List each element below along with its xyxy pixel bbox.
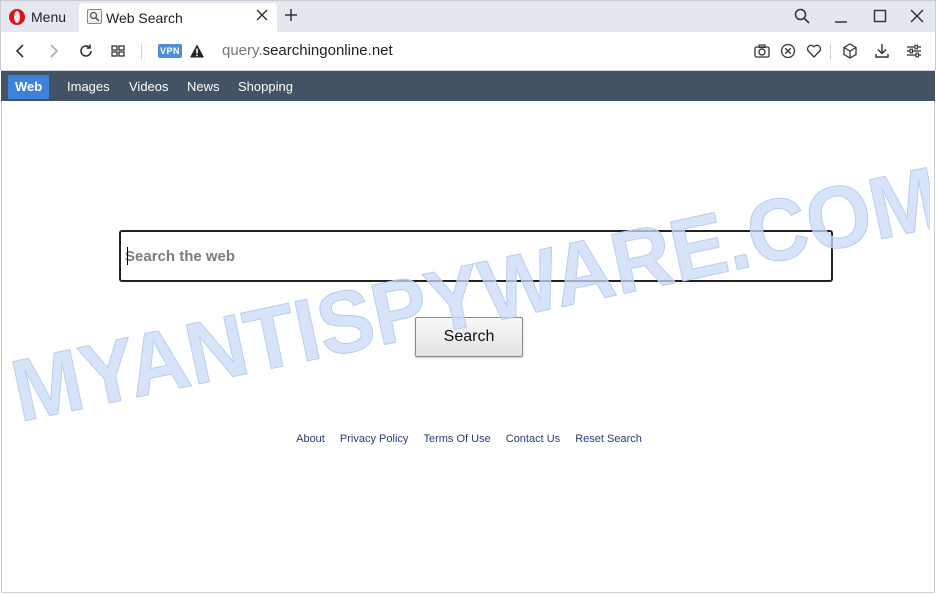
close-icon[interactable] <box>255 8 269 22</box>
page-content: Search About Privacy Policy Terms Of Use… <box>1 101 935 593</box>
tab-strip: Menu Web Search <box>0 0 936 33</box>
nav-news[interactable]: News <box>180 75 227 99</box>
adblock-icon[interactable] <box>779 42 797 60</box>
close-window-icon[interactable] <box>909 8 925 24</box>
heart-icon[interactable] <box>805 42 823 60</box>
minimize-icon[interactable] <box>833 8 849 24</box>
footer-link-contact[interactable]: Contact Us <box>506 433 560 445</box>
settings-sliders-icon[interactable] <box>905 42 923 60</box>
url-field[interactable]: query.searchingonline.net <box>222 42 393 59</box>
address-divider <box>141 44 142 60</box>
reload-icon[interactable] <box>77 42 95 60</box>
address-bar: VPN query.searchingonline.net <box>0 32 936 71</box>
back-icon[interactable] <box>12 42 30 60</box>
vpn-badge[interactable]: VPN <box>158 44 182 58</box>
warning-icon[interactable] <box>189 43 205 59</box>
search-input[interactable] <box>125 232 825 280</box>
forward-icon[interactable] <box>44 42 62 60</box>
maximize-icon[interactable] <box>872 8 888 24</box>
nav-images[interactable]: Images <box>60 75 117 99</box>
footer-link-reset[interactable]: Reset Search <box>575 433 642 445</box>
plus-icon[interactable] <box>283 7 299 23</box>
toolbar-divider <box>830 44 831 60</box>
search-favicon-icon <box>87 9 102 24</box>
nav-web[interactable]: Web <box>8 75 50 99</box>
url-subdomain: query. <box>222 42 263 59</box>
tab-title: Web Search <box>106 10 183 26</box>
snapshot-icon[interactable] <box>753 42 771 60</box>
url-domain: searchingonline.net <box>262 42 393 59</box>
search-box[interactable] <box>119 230 833 282</box>
footer-links: About Privacy Policy Terms Of Use Contac… <box>2 433 936 445</box>
speed-dial-icon[interactable] <box>109 42 127 60</box>
tab-web-search[interactable]: Web Search <box>79 3 277 33</box>
footer-link-privacy[interactable]: Privacy Policy <box>340 433 408 445</box>
nav-shopping[interactable]: Shopping <box>231 75 300 99</box>
cube-icon[interactable] <box>841 42 859 60</box>
footer-link-terms[interactable]: Terms Of Use <box>423 433 490 445</box>
search-icon[interactable] <box>794 8 810 24</box>
footer-link-about[interactable]: About <box>296 433 325 445</box>
download-icon[interactable] <box>873 42 891 60</box>
opera-logo-icon <box>9 9 25 25</box>
opera-menu-button[interactable]: Menu <box>9 7 66 27</box>
text-caret <box>127 247 128 265</box>
menu-label: Menu <box>31 9 67 25</box>
search-button[interactable]: Search <box>415 317 523 357</box>
site-nav: Web Images Videos News Shopping <box>1 71 935 101</box>
nav-videos[interactable]: Videos <box>122 75 176 99</box>
